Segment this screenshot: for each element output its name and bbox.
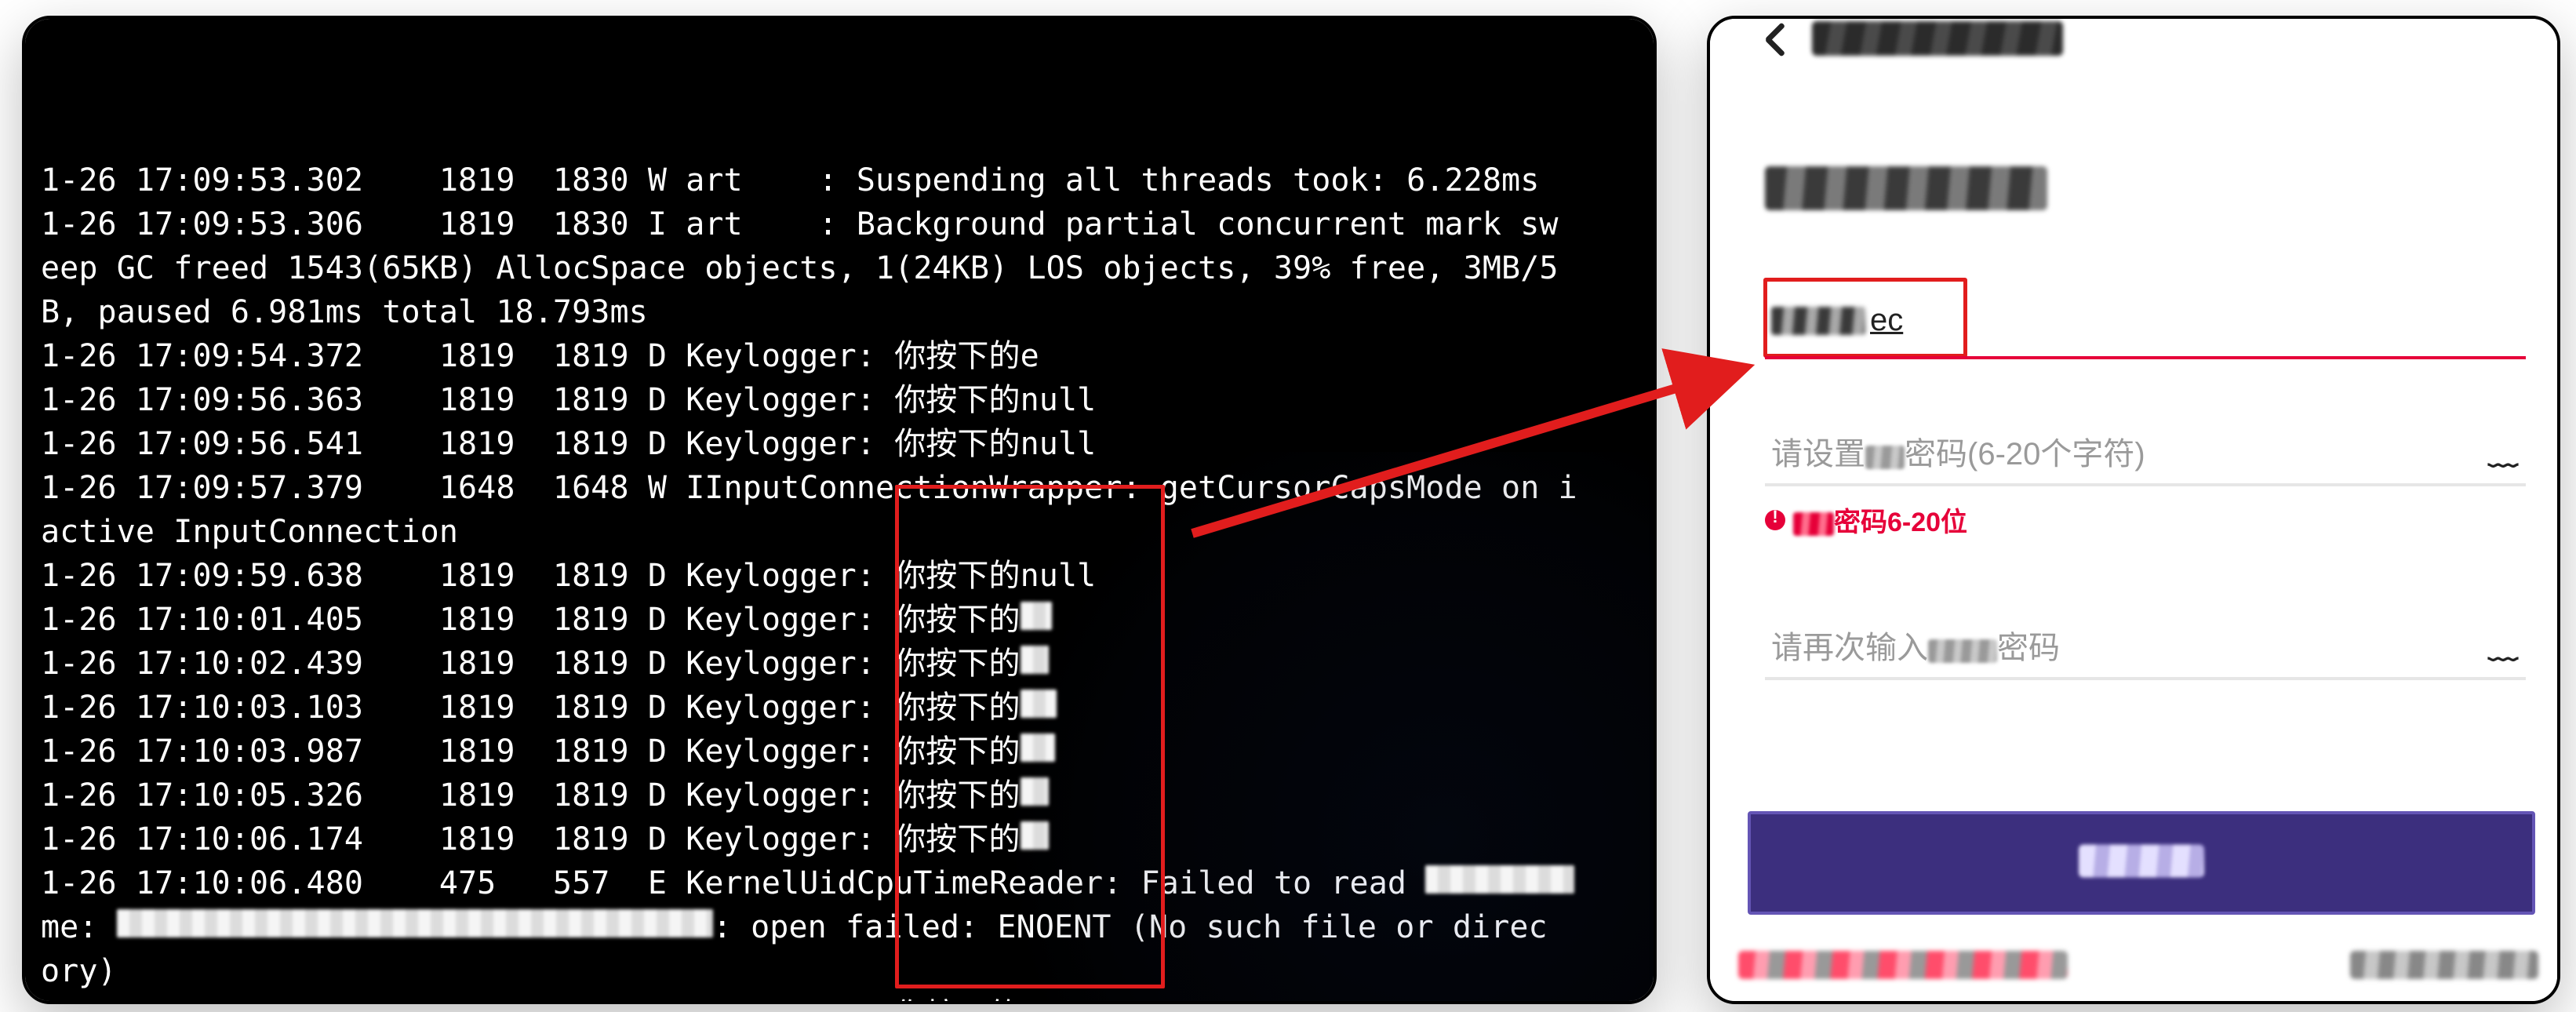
- submit-button-label-redacted: [2079, 845, 2204, 878]
- confirm-placeholder-suffix: 密码: [1997, 631, 2060, 665]
- password-placeholder-prefix[interactable]: 请设置: [1771, 437, 1865, 471]
- username-input-wrapper: ec: [1765, 281, 2526, 359]
- confirm-password-input-wrapper: 请再次输入 密码 ﹏: [1765, 602, 2526, 680]
- footer-right-redacted[interactable]: [2350, 951, 2538, 979]
- terminal-panel: 1-26 17:09:53.302 1819 1830 W art : Susp…: [22, 16, 1657, 1004]
- footer-links: [1738, 951, 2538, 979]
- password-placeholder-suffix: 密码(6-20个字符): [1905, 437, 2145, 471]
- username-input-visible[interactable]: ec: [1870, 303, 1903, 337]
- submit-button[interactable]: [1748, 811, 2535, 915]
- username-input-redacted-prefix: [1771, 307, 1865, 335]
- password-error: 密码6-20位: [1765, 501, 2526, 539]
- page-title-redacted: [1812, 21, 2063, 56]
- back-chevron-icon[interactable]: [1754, 20, 1790, 56]
- phone-panel: ec 请设置 密码(6-20个字符) ﹏ 密码6-20位: [1707, 16, 2560, 1004]
- error-text-suffix: 密码6-20位: [1834, 508, 1967, 537]
- error-icon: [1765, 510, 1785, 530]
- password-placeholder-redacted: [1865, 446, 1905, 469]
- eye-icon[interactable]: ﹏: [2488, 624, 2518, 667]
- confirm-placeholder-redacted: [1928, 639, 1997, 663]
- logcat-terminal[interactable]: 1-26 17:09:53.302 1819 1830 W art : Susp…: [25, 19, 1654, 1001]
- confirm-placeholder-prefix[interactable]: 请再次输入: [1771, 631, 1928, 665]
- eye-icon[interactable]: ﹏: [2488, 430, 2518, 473]
- section-title-redacted: [1765, 166, 2047, 210]
- error-text-redacted: [1793, 512, 1834, 536]
- footer-left-redacted[interactable]: [1738, 951, 2068, 979]
- password-input-wrapper: 请设置 密码(6-20个字符) ﹏: [1765, 408, 2526, 486]
